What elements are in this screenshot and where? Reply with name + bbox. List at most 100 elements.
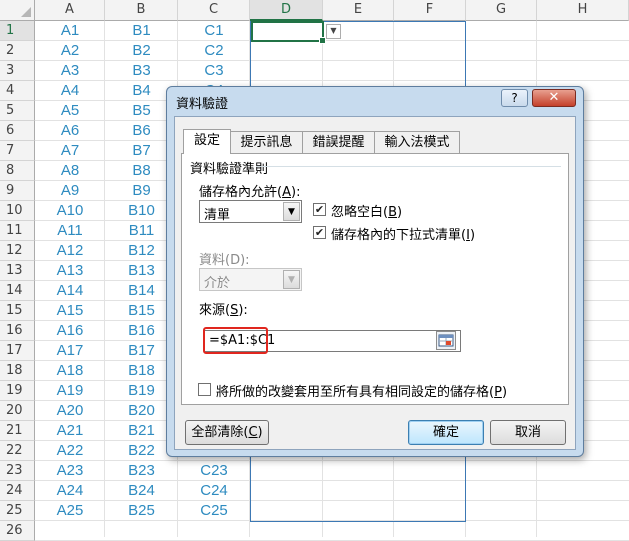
select-all-corner[interactable]	[0, 0, 35, 21]
cell-a1[interactable]: A1	[35, 21, 105, 41]
cell-a10[interactable]: A10	[35, 201, 105, 221]
cell-a2[interactable]: A2	[35, 41, 105, 61]
cell-c2[interactable]: C2	[178, 41, 250, 61]
row-header-20[interactable]: 20	[0, 401, 35, 421]
cell-c3[interactable]: C3	[178, 61, 250, 81]
cell-a11[interactable]: A11	[35, 221, 105, 241]
row-header-13[interactable]: 13	[0, 261, 35, 281]
cell-a19[interactable]: A19	[35, 381, 105, 401]
column-header-e[interactable]: E	[323, 0, 394, 21]
cell-b23[interactable]: B23	[105, 461, 178, 481]
row-header-3[interactable]: 3	[0, 61, 35, 81]
ignore-blank-label[interactable]: 忽略空白(B)	[331, 201, 402, 220]
cell-a7[interactable]: A7	[35, 141, 105, 161]
row-header-18[interactable]: 18	[0, 361, 35, 381]
cell-a20[interactable]: A20	[35, 401, 105, 421]
row-header-21[interactable]: 21	[0, 421, 35, 441]
cell-c24[interactable]: C24	[178, 481, 250, 501]
column-header-a[interactable]: A	[35, 0, 105, 21]
cell-a3[interactable]: A3	[35, 61, 105, 81]
tab-ime-mode[interactable]: 輸入法模式	[374, 131, 460, 153]
allow-label: 儲存格內允許(A):	[199, 185, 301, 200]
cell-a21[interactable]: A21	[35, 421, 105, 441]
row-header-16[interactable]: 16	[0, 321, 35, 341]
cell-a17[interactable]: A17	[35, 341, 105, 361]
cell-c23[interactable]: C23	[178, 461, 250, 481]
cell-a24[interactable]: A24	[35, 481, 105, 501]
allow-value: 清單	[204, 208, 231, 223]
row-header-6[interactable]: 6	[0, 121, 35, 141]
row-header-15[interactable]: 15	[0, 301, 35, 321]
checkmark-icon: ✔	[314, 203, 325, 216]
column-header-g[interactable]: G	[466, 0, 537, 21]
cell-b2[interactable]: B2	[105, 41, 178, 61]
in-cell-dropdown-checkbox[interactable]: ✔	[313, 226, 326, 239]
row-header-1[interactable]: 1	[0, 21, 35, 41]
cell-a14[interactable]: A14	[35, 281, 105, 301]
cell-dropdown-arrow-icon[interactable]: ▼	[326, 24, 341, 39]
row-header-23[interactable]: 23	[0, 461, 35, 481]
row-header-5[interactable]: 5	[0, 101, 35, 121]
row-header-7[interactable]: 7	[0, 141, 35, 161]
row-header-26[interactable]: 26	[0, 521, 35, 541]
cell-b3[interactable]: B3	[105, 61, 178, 81]
cell-c1[interactable]: C1	[178, 21, 250, 41]
clear-all-button[interactable]: 全部清除(C)	[185, 420, 269, 445]
active-cell-d1[interactable]	[251, 21, 326, 44]
row-header-2[interactable]: 2	[0, 41, 35, 61]
close-button[interactable]: ✕	[532, 89, 576, 107]
cancel-button[interactable]: 取消	[490, 420, 566, 445]
chevron-down-icon[interactable]: ▼	[283, 202, 300, 221]
column-header-c[interactable]: C	[178, 0, 250, 21]
rules-heading: 資料驗證準則	[190, 162, 269, 177]
ok-button[interactable]: 確定	[408, 420, 484, 445]
cell-b25[interactable]: B25	[105, 501, 178, 521]
row-header-24[interactable]: 24	[0, 481, 35, 501]
apply-all-label[interactable]: 將所做的改變套用至所有具有相同設定的儲存格(P)	[216, 381, 507, 400]
collapse-dialog-button[interactable]	[436, 331, 456, 350]
ignore-blank-checkbox[interactable]: ✔	[313, 203, 326, 216]
cell-b24[interactable]: B24	[105, 481, 178, 501]
cell-a4[interactable]: A4	[35, 81, 105, 101]
column-header-d[interactable]: D	[250, 0, 323, 21]
in-cell-dropdown-label[interactable]: 儲存格內的下拉式清單(I)	[331, 224, 475, 243]
row-header-11[interactable]: 11	[0, 221, 35, 241]
cell-a6[interactable]: A6	[35, 121, 105, 141]
cell-a16[interactable]: A16	[35, 321, 105, 341]
cell-c25[interactable]: C25	[178, 501, 250, 521]
data-label: 資料(D):	[199, 253, 250, 268]
row-header-25[interactable]: 25	[0, 501, 35, 521]
cell-a13[interactable]: A13	[35, 261, 105, 281]
cell-a8[interactable]: A8	[35, 161, 105, 181]
row-header-8[interactable]: 8	[0, 161, 35, 181]
cell-a9[interactable]: A9	[35, 181, 105, 201]
apply-all-checkbox[interactable]	[198, 383, 211, 396]
allow-dropdown[interactable]: 清單 ▼	[199, 200, 302, 223]
chevron-down-icon: ▼	[283, 270, 300, 289]
row-header-14[interactable]: 14	[0, 281, 35, 301]
row-header-12[interactable]: 12	[0, 241, 35, 261]
column-header-h[interactable]: H	[537, 0, 629, 21]
row-header-9[interactable]: 9	[0, 181, 35, 201]
cell-a18[interactable]: A18	[35, 361, 105, 381]
column-header-b[interactable]: B	[105, 0, 178, 21]
row-header-10[interactable]: 10	[0, 201, 35, 221]
cell-b1[interactable]: B1	[105, 21, 178, 41]
tab-input-message[interactable]: 提示訊息	[230, 131, 303, 153]
tab-error-alert[interactable]: 錯誤提醒	[302, 131, 375, 153]
cell-a5[interactable]: A5	[35, 101, 105, 121]
range-select-icon	[438, 334, 454, 347]
row-header-19[interactable]: 19	[0, 381, 35, 401]
cell-a22[interactable]: A22	[35, 441, 105, 461]
tab-settings[interactable]: 設定	[183, 129, 231, 154]
cell-a12[interactable]: A12	[35, 241, 105, 261]
column-header-f[interactable]: F	[394, 0, 466, 21]
help-button[interactable]: ?	[501, 89, 528, 107]
cell-a23[interactable]: A23	[35, 461, 105, 481]
row-header-17[interactable]: 17	[0, 341, 35, 361]
cell-a25[interactable]: A25	[35, 501, 105, 521]
row-header-22[interactable]: 22	[0, 441, 35, 461]
source-label: 來源(S):	[199, 303, 248, 318]
row-header-4[interactable]: 4	[0, 81, 35, 101]
cell-a15[interactable]: A15	[35, 301, 105, 321]
